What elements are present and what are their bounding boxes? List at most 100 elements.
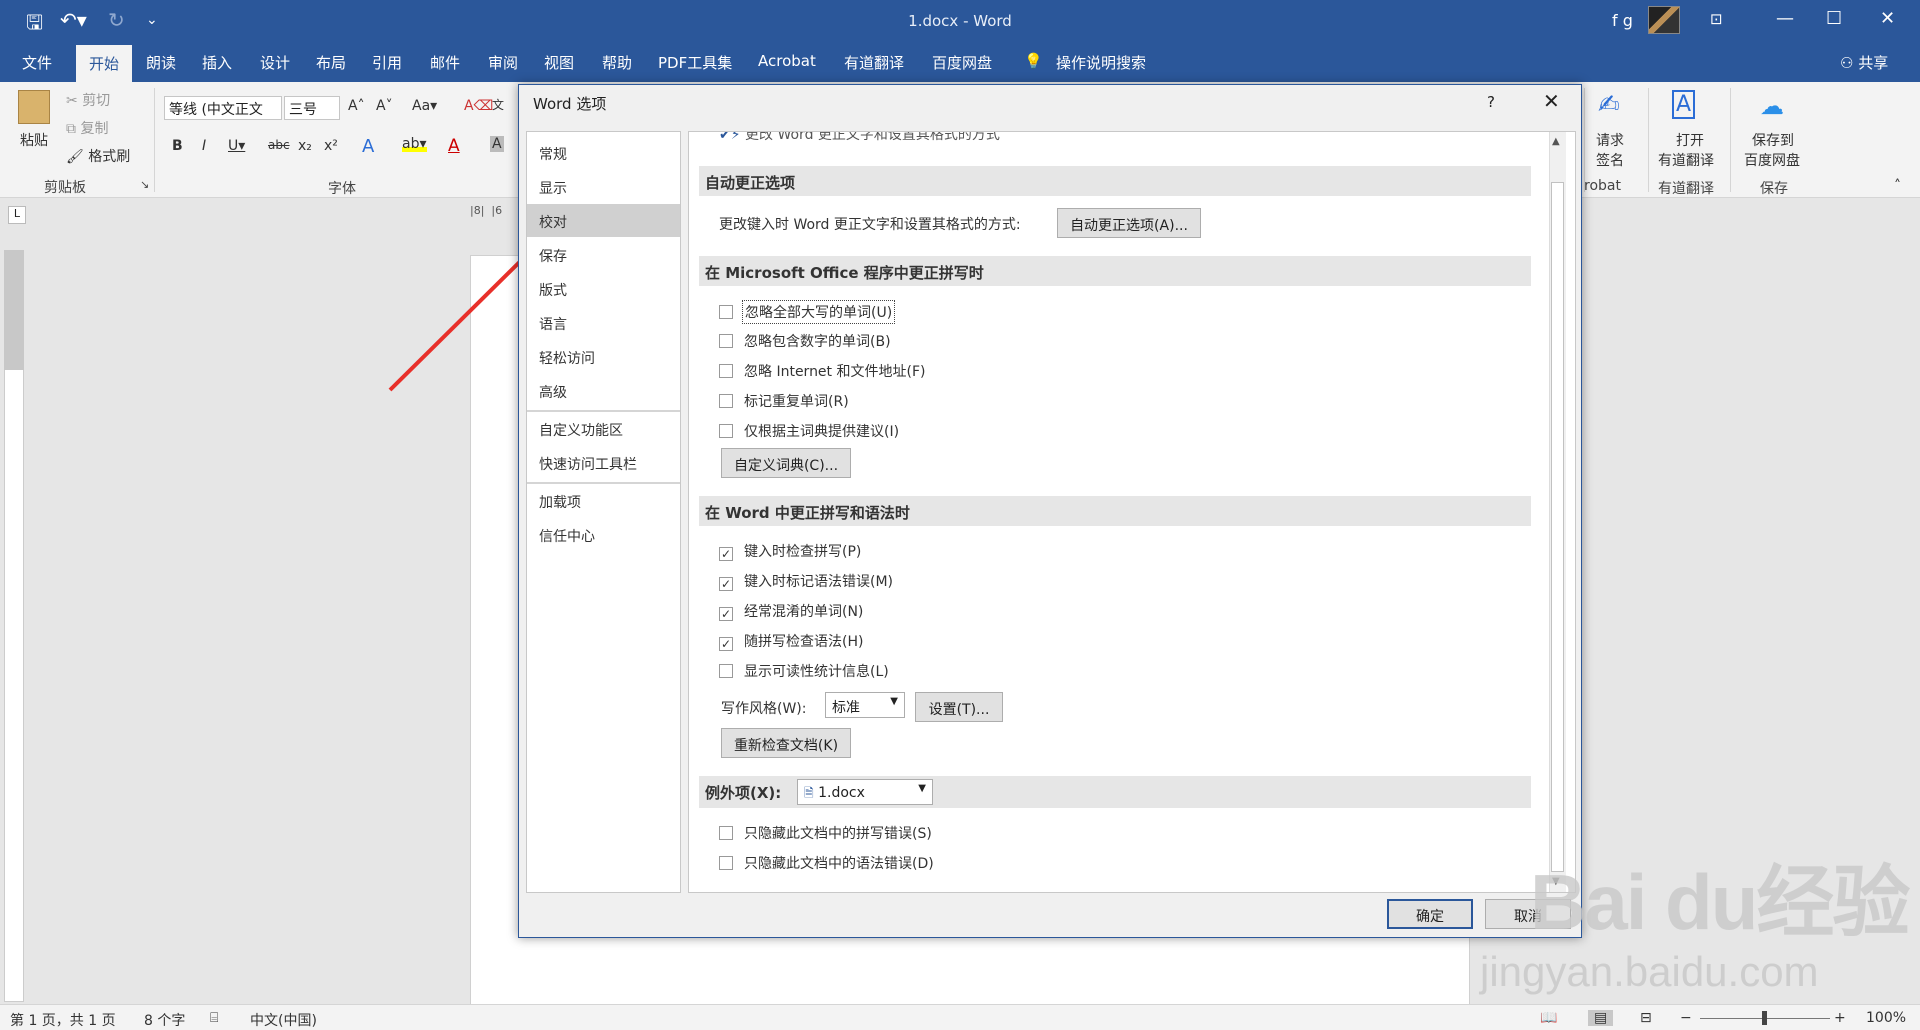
tab-pdf-tools[interactable]: PDF工具集 xyxy=(658,52,732,73)
shrink-font-icon[interactable]: A˅ xyxy=(376,98,393,114)
tab-references[interactable]: 引用 xyxy=(372,52,402,73)
ok-button[interactable]: 确定 xyxy=(1387,899,1473,929)
character-shading-icon[interactable]: A xyxy=(490,136,504,152)
mark-grammar-option[interactable]: ✓ 键入时标记语法错误(M) xyxy=(719,570,895,592)
checkbox[interactable] xyxy=(719,364,733,378)
custom-dictionaries-button[interactable]: 自定义词典(C)... xyxy=(721,448,851,478)
nav-add-ins[interactable]: 加载项 xyxy=(527,484,680,517)
scroll-up-icon[interactable]: ▲ xyxy=(1552,136,1560,147)
superscript-icon[interactable]: x² xyxy=(324,138,338,154)
nav-proofing[interactable]: 校对 xyxy=(527,204,680,237)
tab-acrobat[interactable]: Acrobat xyxy=(758,52,816,70)
grammar-settings-button[interactable]: 设置(T)... xyxy=(915,692,1003,722)
checkbox-checked[interactable]: ✓ xyxy=(719,577,733,591)
collapse-ribbon-icon[interactable]: ˄ xyxy=(1894,178,1901,194)
minimize-icon[interactable]: — xyxy=(1776,8,1794,29)
nav-accessibility[interactable]: 轻松访问 xyxy=(527,340,680,373)
checkbox[interactable] xyxy=(719,664,733,678)
ignore-numbers-option[interactable]: 忽略包含数字的单词(B) xyxy=(719,330,893,352)
recheck-document-button[interactable]: 重新检查文档(K) xyxy=(721,728,851,758)
cut-button[interactable]: ✂ 剪切 xyxy=(66,90,110,110)
request-signature-line1[interactable]: 请求 xyxy=(1596,130,1624,150)
share-button[interactable]: ⚇ 共享 xyxy=(1840,52,1888,73)
font-size-combo[interactable]: 三号 xyxy=(284,96,340,120)
tab-layout[interactable]: 布局 xyxy=(316,52,346,73)
checkbox[interactable] xyxy=(719,826,733,840)
italic-icon[interactable]: I xyxy=(202,138,206,154)
hide-spelling-errors-option[interactable]: 只隐藏此文档中的拼写错误(S) xyxy=(719,822,934,844)
paste-icon[interactable] xyxy=(18,90,50,124)
nav-language[interactable]: 语言 xyxy=(527,306,680,339)
tab-view[interactable]: 视图 xyxy=(544,52,574,73)
nav-advanced[interactable]: 高级 xyxy=(527,374,680,407)
checkbox[interactable] xyxy=(719,334,733,348)
exceptions-document-select[interactable]: 🗎 1.docx ▼ xyxy=(797,779,933,805)
hide-grammar-errors-option[interactable]: 只隐藏此文档中的语法错误(D) xyxy=(719,852,936,874)
nav-quick-access-toolbar[interactable]: 快速访问工具栏 xyxy=(527,446,680,479)
font-name-combo[interactable]: 等线 (中文正文 xyxy=(164,96,282,120)
copy-button[interactable]: ⧉ 复制 xyxy=(66,118,108,138)
user-name[interactable]: f g xyxy=(1612,11,1633,30)
strikethrough-icon[interactable]: abc xyxy=(268,138,290,152)
language-status[interactable]: 中文(中国) xyxy=(250,1010,317,1030)
nav-customize-ribbon[interactable]: 自定义功能区 xyxy=(527,412,680,445)
dialog-close-icon[interactable]: ✕ xyxy=(1543,89,1560,113)
checkbox-checked[interactable]: ✓ xyxy=(719,637,733,651)
check-grammar-option[interactable]: ✓ 随拼写检查语法(H) xyxy=(719,630,865,652)
save-baidu-line1[interactable]: 保存到 xyxy=(1752,130,1794,150)
tell-me-search[interactable]: 操作说明搜索 xyxy=(1056,52,1146,73)
font-color-icon[interactable]: A xyxy=(448,136,460,156)
grow-font-icon[interactable]: A˄ xyxy=(348,98,365,114)
writing-style-select[interactable]: 标准 ▼ xyxy=(825,692,905,718)
tab-mailings[interactable]: 邮件 xyxy=(430,52,460,73)
paste-button[interactable]: 粘贴 xyxy=(20,130,48,150)
ribbon-display-icon[interactable]: ⊡ xyxy=(1710,10,1723,28)
nav-save[interactable]: 保存 xyxy=(527,238,680,271)
close-icon[interactable]: ✕ xyxy=(1880,8,1895,29)
open-youdao-line2[interactable]: 有道翻译 xyxy=(1658,150,1714,170)
phonetic-guide-icon[interactable]: 文 xyxy=(492,96,504,113)
checkbox[interactable] xyxy=(719,856,733,870)
ignore-uppercase-option[interactable]: 忽略全部大写的单词(U) xyxy=(719,300,896,324)
checkbox[interactable] xyxy=(719,424,733,438)
tab-selector-icon[interactable]: L xyxy=(8,206,26,224)
scrollbar-thumb[interactable] xyxy=(1551,182,1564,872)
text-effects-icon[interactable]: A xyxy=(362,136,374,157)
open-youdao-line1[interactable]: 打开 xyxy=(1676,130,1704,150)
confused-words-option[interactable]: ✓ 经常混淆的单词(N) xyxy=(719,600,865,622)
checkbox-checked[interactable]: ✓ xyxy=(719,607,733,621)
format-painter-button[interactable]: 🖌 格式刷 xyxy=(66,146,130,166)
clear-format-icon[interactable]: A⌫ xyxy=(464,98,493,114)
request-signature-line2[interactable]: 签名 xyxy=(1596,150,1624,170)
nav-trust-center[interactable]: 信任中心 xyxy=(527,518,680,551)
tab-home[interactable]: 开始 xyxy=(76,45,132,82)
subscript-icon[interactable]: x₂ xyxy=(298,138,312,154)
page-count[interactable]: 第 1 页，共 1 页 xyxy=(10,1010,116,1030)
maximize-icon[interactable]: ☐ xyxy=(1826,8,1842,29)
avatar[interactable] xyxy=(1648,6,1680,34)
flag-repeated-option[interactable]: 标记重复单词(R) xyxy=(719,390,851,412)
tab-review[interactable]: 审阅 xyxy=(488,52,518,73)
bold-icon[interactable]: B xyxy=(172,138,183,154)
tab-file[interactable]: 文件 xyxy=(22,52,52,73)
readability-stats-option[interactable]: 显示可读性统计信息(L) xyxy=(719,660,891,682)
save-baidu-line2[interactable]: 百度网盘 xyxy=(1744,150,1800,170)
nav-layout[interactable]: 版式 xyxy=(527,272,680,305)
dialog-launcher-icon[interactable]: ↘ xyxy=(140,178,149,191)
checkbox[interactable] xyxy=(719,305,733,319)
tab-design[interactable]: 设计 xyxy=(260,52,290,73)
proofing-status-icon[interactable]: ⌸ xyxy=(210,1010,218,1026)
tab-youdao[interactable]: 有道翻译 xyxy=(844,52,904,73)
main-dictionary-only-option[interactable]: 仅根据主词典提供建议(I) xyxy=(719,420,901,442)
tab-baidu-netdisk[interactable]: 百度网盘 xyxy=(932,52,992,73)
autocorrect-options-button[interactable]: 自动更正选项(A)... xyxy=(1057,208,1201,238)
help-icon[interactable]: ? xyxy=(1487,93,1495,111)
nav-display[interactable]: 显示 xyxy=(527,170,680,203)
tab-insert[interactable]: 插入 xyxy=(202,52,232,73)
tab-help[interactable]: 帮助 xyxy=(602,52,632,73)
checkbox[interactable] xyxy=(719,394,733,408)
underline-icon[interactable]: U▾ xyxy=(228,138,245,154)
nav-general[interactable]: 常规 xyxy=(527,136,680,169)
change-case-icon[interactable]: Aa▾ xyxy=(412,98,437,114)
ignore-internet-option[interactable]: 忽略 Internet 和文件地址(F) xyxy=(719,360,927,382)
